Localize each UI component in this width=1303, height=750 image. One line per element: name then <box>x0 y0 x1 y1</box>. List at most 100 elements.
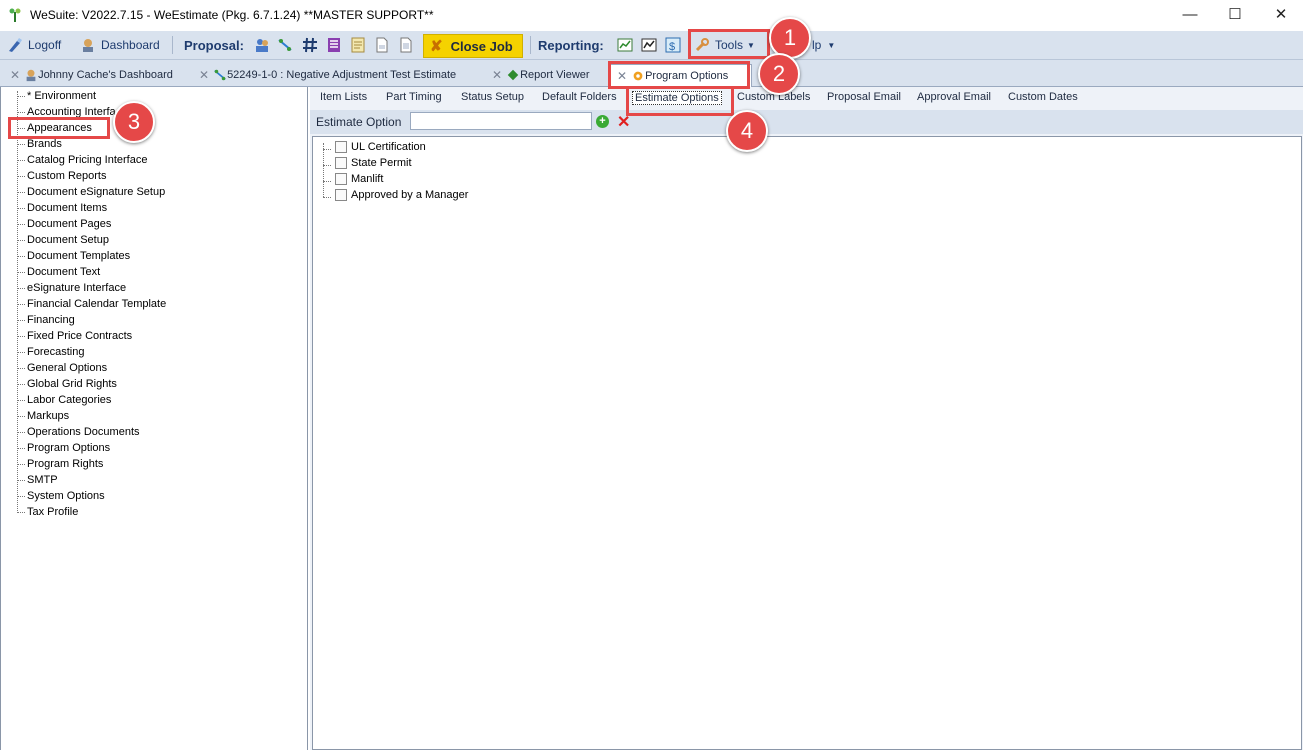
tree-connector <box>17 304 25 305</box>
tree-connector <box>323 165 331 166</box>
tree-item[interactable]: eSignature Interface <box>27 282 126 294</box>
tree-connector <box>17 432 25 433</box>
tree-item[interactable]: SMTP <box>27 474 58 486</box>
tree-item[interactable]: Tax Profile <box>27 506 78 518</box>
tree-connector <box>17 192 25 193</box>
hash-icon[interactable] <box>302 37 318 53</box>
tab-label: Report Viewer <box>520 69 590 81</box>
notes-icon[interactable] <box>350 37 366 53</box>
tree-item[interactable]: Markups <box>27 410 69 422</box>
tree-item[interactable]: Document eSignature Setup <box>27 186 165 198</box>
estimate-option-input[interactable] <box>410 112 592 130</box>
tree-connector <box>17 400 25 401</box>
close-tab-icon[interactable]: ✕ <box>199 68 209 82</box>
close-tab-icon[interactable]: ✕ <box>10 68 20 82</box>
option-row[interactable]: Approved by a Manager <box>335 189 468 201</box>
subtab-default-folders[interactable]: Default Folders <box>542 91 617 103</box>
tree-item[interactable]: Document Text <box>27 266 100 278</box>
subtab-proposal-email[interactable]: Proposal Email <box>827 91 901 103</box>
option-row[interactable]: UL Certification <box>335 141 426 153</box>
dollar-report-icon[interactable]: $ <box>665 37 681 53</box>
tab-label: Johnny Cache's Dashboard <box>38 69 173 81</box>
estimate-option-bar: Estimate Option + ✕ <box>310 110 1303 134</box>
dashboard-icon <box>26 69 36 82</box>
line-chart-icon[interactable] <box>617 37 633 53</box>
tree-item[interactable]: Fixed Price Contracts <box>27 330 132 342</box>
page-icon[interactable] <box>374 37 390 53</box>
tree-item[interactable]: Document Setup <box>27 234 109 246</box>
minimize-button[interactable]: — <box>1175 5 1205 25</box>
tab-report-viewer[interactable]: ✕ Report Viewer <box>492 64 590 86</box>
tree-connector <box>17 240 25 241</box>
logoff-icon <box>9 38 22 52</box>
tree-item[interactable]: Global Grid Rights <box>27 378 117 390</box>
tree-connector <box>17 464 25 465</box>
annotation-badge-2: 2 <box>758 53 800 95</box>
dashboard-button[interactable]: Dashboard <box>80 31 160 59</box>
option-label: State Permit <box>351 157 412 169</box>
tree-item[interactable]: Program Rights <box>27 458 103 470</box>
option-checkbox[interactable] <box>335 173 347 185</box>
tree-item[interactable]: Financial Calendar Template <box>27 298 166 310</box>
toolbar-divider <box>530 36 531 54</box>
tab-dashboard[interactable]: ✕ Johnny Cache's Dashboard <box>10 64 173 86</box>
logoff-label: Logoff <box>28 38 62 52</box>
tree-connector <box>17 144 25 145</box>
tree-item[interactable]: Labor Categories <box>27 394 111 406</box>
window-title: WeSuite: V2022.7.15 - WeEstimate (Pkg. 6… <box>30 8 434 22</box>
tree-connector <box>17 224 25 225</box>
subtab-part-timing[interactable]: Part Timing <box>386 91 442 103</box>
option-checkbox[interactable] <box>335 141 347 153</box>
option-row[interactable]: Manlift <box>335 173 383 185</box>
subtab-approval-email[interactable]: Approval Email <box>917 91 991 103</box>
option-checkbox[interactable] <box>335 157 347 169</box>
estimate-options-list: UL Certification State Permit Manlift Ap… <box>312 136 1302 750</box>
tree-item[interactable]: Forecasting <box>27 346 84 358</box>
users-icon[interactable] <box>254 37 270 53</box>
tree-item[interactable]: Document Templates <box>27 250 130 262</box>
option-label: Approved by a Manager <box>351 189 469 201</box>
list-document-icon[interactable] <box>326 37 342 53</box>
tree-connector <box>17 512 25 513</box>
subtab-item-lists[interactable]: Item Lists <box>320 91 367 103</box>
tree-item[interactable]: General Options <box>27 362 107 374</box>
tree-connector <box>17 91 18 513</box>
tree-item[interactable]: System Options <box>27 490 105 502</box>
tree-connector <box>17 336 25 337</box>
tree-item[interactable]: Document Pages <box>27 218 111 230</box>
tree-item[interactable]: Document Items <box>27 202 107 214</box>
dashboard-icon <box>83 39 93 52</box>
subtab-status-setup[interactable]: Status Setup <box>461 91 524 103</box>
tree-item[interactable]: Financing <box>27 314 75 326</box>
tree-item[interactable]: Brands <box>27 138 62 150</box>
logoff-button[interactable]: Logoff <box>7 31 61 59</box>
proposal-label: Proposal: <box>184 37 244 53</box>
tree-item[interactable]: Program Options <box>27 442 110 454</box>
annotation-highlight-estimate-options <box>626 86 734 116</box>
tree-connector <box>17 496 25 497</box>
tree-connector <box>17 416 25 417</box>
tab-estimate[interactable]: ✕ 52249-1-0 : Negative Adjustment Test E… <box>199 64 456 86</box>
tree-item[interactable]: * Environment <box>27 90 96 102</box>
trend-chart-icon[interactable] <box>641 37 657 53</box>
tree-connector <box>17 96 25 97</box>
maximize-button[interactable]: ☐ <box>1220 5 1250 25</box>
tree-item[interactable]: Catalog Pricing Interface <box>27 154 147 166</box>
help-menu[interactable]: lp ▼ <box>812 31 835 59</box>
close-window-button[interactable]: ✕ <box>1266 5 1296 25</box>
close-tab-icon[interactable]: ✕ <box>492 68 502 82</box>
tree-connector <box>17 208 25 209</box>
add-option-button[interactable]: + <box>596 115 609 128</box>
tree-connector <box>17 112 25 113</box>
tree-connector <box>17 320 25 321</box>
tree-connector <box>17 352 25 353</box>
subtab-custom-dates[interactable]: Custom Dates <box>1008 91 1078 103</box>
option-row[interactable]: State Permit <box>335 157 412 169</box>
tree-item[interactable]: Custom Reports <box>27 170 106 182</box>
estimate-icon <box>214 69 226 81</box>
tree-item[interactable]: Operations Documents <box>27 426 140 438</box>
option-checkbox[interactable] <box>335 189 347 201</box>
page-alt-icon[interactable] <box>398 37 414 53</box>
tools-percent-icon[interactable] <box>277 37 293 53</box>
close-job-button[interactable]: ✘ Close Job <box>423 34 523 58</box>
